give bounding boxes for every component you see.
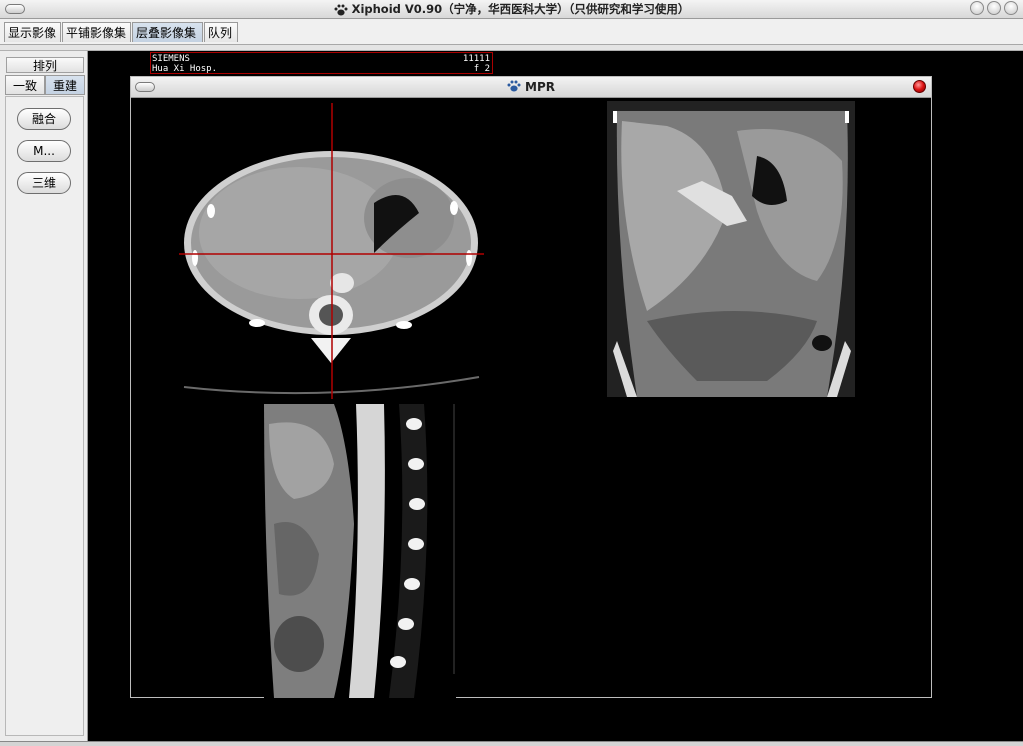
- minimize-button[interactable]: [970, 1, 984, 15]
- status-strip: [0, 741, 1023, 746]
- fusion-button[interactable]: 融合: [17, 108, 71, 130]
- tab-tiled-series[interactable]: 平铺影像集: [62, 22, 131, 42]
- window-title: Xiphoid V0.90（宁净，华西医科大学）（只供研究和学习使用）: [351, 2, 690, 16]
- mpr-title: MPR: [525, 80, 555, 94]
- tab-queue[interactable]: 队列: [204, 22, 238, 42]
- paw-icon: [507, 80, 521, 92]
- mpr-title-row: MPR: [131, 80, 931, 94]
- coronal-view[interactable]: [607, 101, 855, 397]
- sagittal-view[interactable]: [264, 404, 456, 698]
- mpr-titlebar[interactable]: MPR: [131, 77, 931, 98]
- tab-content-border: [0, 45, 1023, 51]
- close-window-button[interactable]: [1004, 1, 1018, 15]
- mpr-window: MPR: [130, 76, 932, 698]
- main-tab-bar: 显示影像 平铺影像集 层叠影像集 队列: [0, 19, 1023, 45]
- tab-display-images[interactable]: 显示影像: [4, 22, 61, 42]
- paw-icon: [334, 4, 348, 15]
- maximize-button[interactable]: [987, 1, 1001, 15]
- dicom-info-overlay: SIEMENS 11111 Hua Xi Hosp. f 2: [150, 52, 493, 74]
- reconstruct-panel: 融合 M... 三维: [5, 96, 84, 736]
- tab-stacked-series[interactable]: 层叠影像集: [132, 22, 203, 42]
- tool-panel: 排列 一致 重建 融合 M... 三维: [0, 51, 88, 741]
- window-titlebar: Xiphoid V0.90（宁净，华西医科大学）（只供研究和学习使用）: [0, 0, 1023, 19]
- frame-text: f 2: [473, 64, 490, 74]
- manufacturer-text: SIEMENS: [152, 54, 190, 64]
- series-number-text: 11111: [462, 54, 490, 64]
- tab-reconstruct[interactable]: 重建: [45, 75, 85, 95]
- tab-sync[interactable]: 一致: [5, 75, 45, 95]
- mpr-button[interactable]: M...: [17, 140, 71, 162]
- institution-text: Hua Xi Hosp.: [152, 64, 218, 74]
- mpr-close-button[interactable]: [913, 80, 926, 93]
- axial-view[interactable]: [179, 103, 484, 399]
- arrange-header[interactable]: 排列: [6, 57, 84, 73]
- 3d-button[interactable]: 三维: [17, 172, 71, 194]
- window-title-row: Xiphoid V0.90（宁净，华西医科大学）（只供研究和学习使用）: [0, 1, 1023, 17]
